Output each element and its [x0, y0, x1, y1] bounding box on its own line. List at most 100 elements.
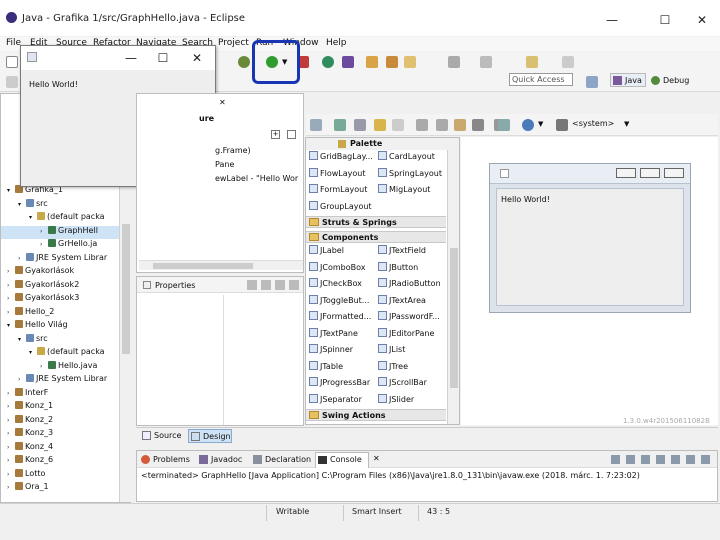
tree-item[interactable]: › GrHello.ja — [1, 239, 97, 252]
maximize-button[interactable]: ☐ — [653, 14, 677, 28]
tree-item[interactable]: › Lotto — [1, 468, 45, 482]
chevron-right-icon[interactable]: › — [7, 282, 15, 289]
palette-component-item[interactable]: JFormatted... — [309, 311, 371, 326]
palette-layout-item[interactable]: GridBagLay... — [309, 151, 373, 166]
laf-dropdown-chevron-icon[interactable]: ▼ — [624, 120, 629, 128]
tree-item[interactable]: ▾ src — [1, 333, 48, 347]
palette-layout-item[interactable]: MigLayout — [378, 184, 430, 199]
chevron-right-icon[interactable]: › — [7, 457, 15, 464]
palette-component-item[interactable]: JSpinner — [309, 344, 353, 359]
open-perspective-icon[interactable] — [586, 76, 598, 88]
components-hscrollbar[interactable] — [139, 260, 303, 270]
chevron-right-icon[interactable]: › — [7, 403, 15, 410]
chevron-right-icon[interactable]: › — [7, 484, 15, 491]
design-tab[interactable]: Design — [188, 429, 232, 443]
components-hscroll-thumb[interactable] — [153, 263, 253, 269]
chevron-down-icon[interactable]: ▾ — [18, 336, 26, 343]
expand-all-icon[interactable]: + — [271, 130, 280, 139]
tree-item[interactable]: › Konz_4 — [1, 441, 53, 455]
components-tab-close[interactable]: ✕ — [219, 96, 226, 110]
look-and-feel-select[interactable]: <system> — [572, 119, 614, 128]
source-tab[interactable]: Source — [140, 429, 186, 443]
palette-scrollbar[interactable] — [447, 150, 459, 424]
hello-close-button[interactable]: ✕ — [185, 52, 209, 66]
menu-help[interactable]: Help — [326, 38, 347, 48]
look-and-feel-icon[interactable] — [556, 119, 568, 131]
debug-perspective-button[interactable]: Debug — [648, 73, 694, 87]
chevron-right-icon[interactable]: › — [7, 430, 15, 437]
palette-component-item[interactable]: JTree — [378, 360, 408, 376]
tree-item[interactable]: › Hello.java — [1, 360, 97, 374]
palette-layout-item[interactable]: CardLayout — [378, 151, 435, 166]
chevron-right-icon[interactable]: › — [7, 268, 15, 275]
palette-component-item[interactable]: JPasswordF... — [378, 311, 440, 326]
new-package-icon[interactable] — [342, 56, 354, 68]
palette-component-item[interactable]: JTextPane — [309, 327, 358, 343]
forward-arrow-icon[interactable] — [562, 56, 574, 68]
javadoc-tab[interactable]: Javadoc — [197, 453, 242, 467]
palette-component-item[interactable]: JScrollBar — [378, 377, 427, 392]
java-perspective-button[interactable]: Java — [610, 73, 646, 87]
chevron-right-icon[interactable]: › — [18, 376, 26, 383]
component-item[interactable]: g.Frame) — [215, 146, 251, 155]
palette-layout-item[interactable]: SpringLayout — [378, 167, 442, 183]
preview-hello-label[interactable]: Hello World! — [501, 195, 550, 204]
chevron-down-icon[interactable]: ▾ — [18, 201, 26, 208]
back-arrow-icon[interactable] — [526, 56, 538, 68]
palette-layout-item[interactable]: FormLayout — [309, 184, 367, 199]
copy-icon[interactable] — [436, 119, 448, 131]
palette-section-components[interactable]: Components — [306, 231, 446, 243]
chevron-right-icon[interactable]: › — [40, 363, 48, 370]
new-class-icon[interactable] — [322, 56, 334, 68]
explorer-scroll-thumb[interactable] — [122, 224, 130, 354]
minimize-button[interactable]: — — [600, 14, 624, 28]
chevron-right-icon[interactable]: › — [40, 241, 48, 248]
properties-toolbar-icons[interactable] — [247, 280, 299, 290]
chevron-right-icon[interactable]: › — [7, 295, 15, 302]
palette-component-item[interactable]: JTextField — [378, 245, 426, 260]
chevron-down-icon[interactable]: ▾ — [29, 349, 37, 356]
quick-access-field[interactable]: Quick Access — [509, 73, 573, 86]
chevron-down-icon[interactable]: ▾ — [7, 187, 15, 194]
declaration-tab[interactable]: Declaration — [251, 453, 311, 467]
palette-component-item[interactable]: JToggleBut... — [309, 294, 369, 310]
chevron-down-icon[interactable]: ▾ — [29, 214, 37, 221]
annotation-icon[interactable] — [448, 56, 460, 68]
chevron-right-icon[interactable]: › — [7, 471, 15, 478]
tree-item[interactable]: ▾ Hello Világ — [1, 320, 68, 333]
tree-item[interactable]: ▾ (default packa — [1, 347, 105, 360]
new-icon[interactable] — [6, 56, 18, 68]
chevron-right-icon[interactable]: › — [40, 228, 48, 235]
tree-item[interactable]: › Konz_3 — [1, 428, 53, 441]
paste-icon[interactable] — [454, 119, 466, 131]
palette-component-item[interactable]: JCheckBox — [309, 278, 362, 293]
palette-component-item[interactable]: JTextArea — [378, 294, 426, 310]
problems-tab[interactable]: Problems — [139, 453, 190, 467]
tree-item[interactable]: › GraphHell — [1, 225, 119, 239]
pin-editor-icon[interactable] — [6, 76, 18, 88]
palette-component-item[interactable]: JList — [378, 344, 405, 359]
tree-item[interactable]: › Konz_6 — [1, 455, 53, 468]
palette-component-item[interactable]: JRadioButton — [378, 278, 441, 293]
preview-icon[interactable] — [498, 119, 510, 131]
menu-project[interactable]: Project — [218, 38, 249, 48]
design-canvas[interactable]: Hello World! 1.3.0.w4r20150611082B — [461, 137, 718, 425]
tree-item[interactable]: › InterF — [1, 387, 48, 401]
tree-item[interactable]: ▾ (default packa — [1, 212, 105, 225]
tree-item[interactable]: › Hello_2 — [1, 306, 54, 320]
chevron-right-icon[interactable]: › — [7, 444, 15, 451]
palette-component-item[interactable]: JSeparator — [309, 393, 362, 409]
chevron-right-icon[interactable]: › — [18, 255, 26, 262]
console-toolbar-icons[interactable] — [611, 455, 711, 464]
component-item[interactable]: ewLabel - "Hello Wor — [215, 174, 298, 183]
search-icon[interactable] — [404, 56, 416, 68]
debug-icon[interactable] — [238, 56, 250, 68]
palette-component-item[interactable]: JTable — [309, 360, 343, 376]
tree-item[interactable]: › Konz_2 — [1, 414, 53, 428]
tree-item[interactable]: ▾ src — [1, 198, 48, 212]
close-button[interactable]: ✕ — [690, 14, 714, 28]
tree-item[interactable]: › Gyakorlások2 — [1, 279, 79, 293]
test-gui-icon[interactable] — [310, 119, 322, 131]
chevron-right-icon[interactable]: › — [7, 390, 15, 397]
tree-item[interactable]: › Gyakorlások — [1, 266, 74, 279]
